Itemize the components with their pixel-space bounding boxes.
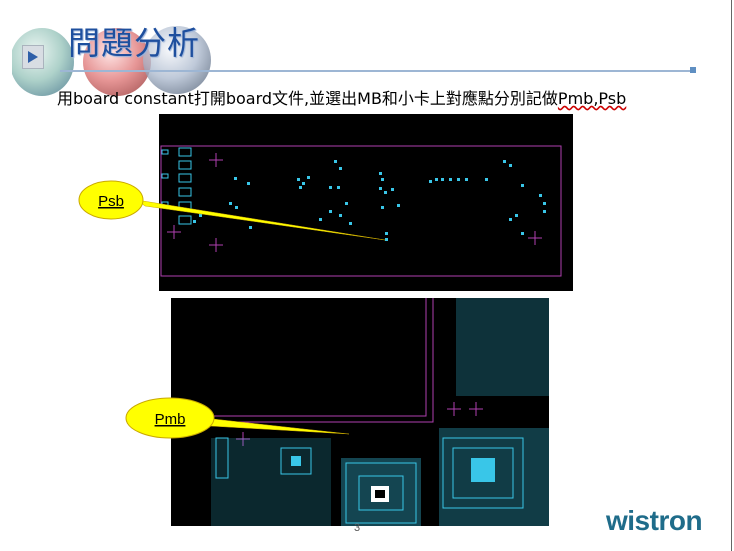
title-divider-end xyxy=(690,67,696,73)
slide-title: 問題分析 xyxy=(68,24,201,62)
instruction-prefix: 用board constant打開board文件,並選出MB和小卡上對應點分別記… xyxy=(57,89,558,108)
callout-psb: Psb xyxy=(78,180,386,241)
callout-psb-label: Psb xyxy=(98,193,124,210)
slide-border xyxy=(731,0,732,551)
callout-pmb-label: Pmb xyxy=(155,411,186,428)
instruction-text: 用board constant打開board文件,並選出MB和小卡上對應點分別記… xyxy=(57,85,626,109)
page-number: 3 xyxy=(354,522,361,534)
title-divider xyxy=(60,70,692,72)
slide: 問題分析 用board constant打開board文件,並選出MB和小卡上對… xyxy=(0,0,734,551)
callout-pmb: Pmb xyxy=(125,397,350,439)
wistron-logo: wistron xyxy=(606,505,703,536)
play-icon xyxy=(28,51,38,63)
instruction-labels: Pmb,Psb xyxy=(557,89,627,108)
